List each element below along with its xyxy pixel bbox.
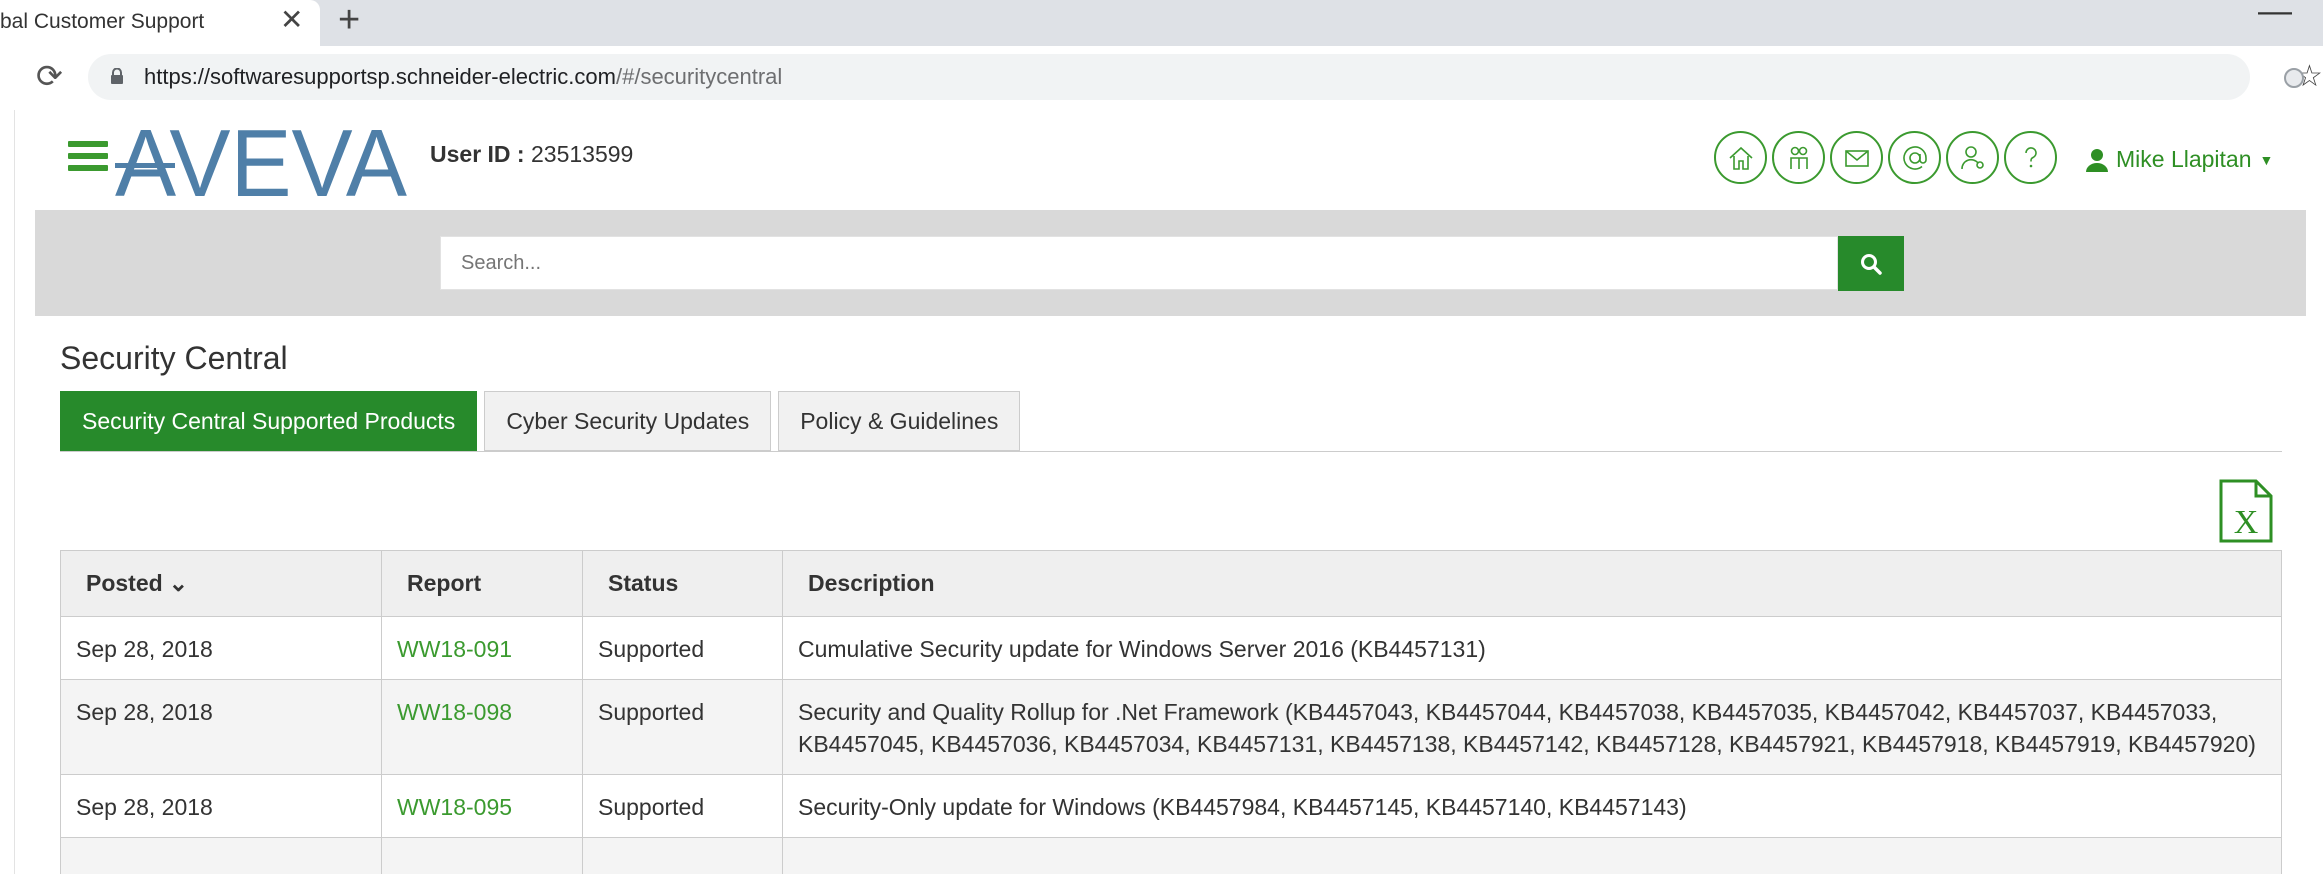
column-header-description[interactable]: Description [782, 550, 2282, 617]
table-row [60, 837, 2282, 874]
chevron-down-icon: ▼ [2259, 151, 2274, 168]
help-icon[interactable] [2004, 131, 2057, 184]
svg-text:AVEVA: AVEVA [115, 118, 407, 204]
cell-description: Cumulative Security update for Windows S… [782, 616, 2282, 680]
minimize-icon[interactable]: — [2258, 0, 2292, 31]
report-link[interactable]: WW18-091 [397, 636, 512, 662]
mail-icon[interactable] [1830, 131, 1883, 184]
new-tab-icon[interactable]: + [338, 0, 360, 40]
cell-report: WW18-091 [381, 616, 583, 680]
cell-status: Supported [582, 616, 783, 680]
cell-report: WW18-098 [381, 679, 583, 775]
table-header-row: Posted ⌄ Report Status Description [60, 550, 2282, 617]
table-row: Sep 28, 2018 WW18-091 Supported Cumulati… [60, 616, 2282, 680]
svg-text:X: X [2234, 504, 2259, 541]
search-button[interactable] [1838, 236, 1904, 291]
reload-icon[interactable]: ⟳ [36, 59, 63, 93]
cell-posted: Sep 28, 2018 [60, 679, 382, 775]
report-link[interactable]: WW18-095 [397, 794, 512, 820]
home-icon[interactable] [1714, 131, 1767, 184]
tab-policy-guidelines[interactable]: Policy & Guidelines [778, 391, 1021, 451]
extension-icon[interactable] [2284, 68, 2304, 88]
cell-description: Security and Quality Rollup for .Net Fra… [782, 679, 2282, 775]
address-bar[interactable]: https://softwaresupportsp.schneider-elec… [88, 54, 2323, 100]
search-input[interactable] [440, 236, 1838, 290]
url-host: https://softwaresupportsp.schneider-elec… [144, 64, 616, 89]
lock-icon [111, 68, 123, 84]
tab-bar: Security Central Supported Products Cybe… [60, 391, 1021, 451]
cell-description: Security-Only update for Windows (KB4457… [782, 774, 2282, 838]
column-header-posted[interactable]: Posted ⌄ [60, 550, 382, 617]
column-header-report[interactable]: Report [381, 550, 583, 617]
column-header-status[interactable]: Status [582, 550, 783, 617]
cell-posted: Sep 28, 2018 [60, 616, 382, 680]
cell-report: WW18-095 [381, 774, 583, 838]
excel-export-icon[interactable]: X [2218, 478, 2274, 544]
tab-supported-products[interactable]: Security Central Supported Products [60, 391, 478, 451]
user-admin-icon[interactable] [1946, 131, 1999, 184]
cell-posted: Sep 28, 2018 [60, 774, 382, 838]
cell-status: Supported [582, 774, 783, 838]
user-id-value: 23513599 [530, 141, 634, 167]
tab-close-icon[interactable]: ✕ [280, 5, 303, 35]
table-row: Sep 28, 2018 WW18-095 Supported Security… [60, 774, 2282, 838]
security-table: Posted ⌄ Report Status Description Sep 28… [60, 550, 2282, 874]
community-icon[interactable] [1772, 131, 1825, 184]
user-id-label: User ID : [430, 141, 525, 167]
aveva-logo: AVEVA [115, 118, 407, 204]
url-text: https://softwaresupportsp.schneider-elec… [144, 64, 782, 90]
header-icon-bar [1714, 131, 2057, 184]
user-name: Mike Llapitan [2116, 146, 2252, 172]
search-icon [1861, 253, 1882, 275]
cell-status: Supported [582, 679, 783, 775]
menu-hamburger-icon[interactable] [68, 141, 108, 177]
table-row: Sep 28, 2018 WW18-098 Supported Security… [60, 679, 2282, 775]
browser-tabstrip: bal Customer Support ✕ + — [0, 0, 2323, 46]
browser-tab-title: bal Customer Support [0, 10, 205, 33]
browser-toolbar: ⟳ https://softwaresupportsp.schneider-el… [0, 46, 2323, 110]
url-path: /#/securitycentral [615, 64, 783, 89]
report-link[interactable]: WW18-098 [397, 699, 512, 725]
user-icon [2086, 148, 2108, 172]
user-menu[interactable]: Mike Llapitan ▼ [2086, 146, 2273, 173]
browser-tab[interactable]: bal Customer Support ✕ [0, 0, 320, 46]
page-title: Security Central [60, 340, 288, 376]
user-id: User ID : 23513599 [430, 141, 633, 168]
at-icon[interactable] [1888, 131, 1941, 184]
tab-cyber-security-updates[interactable]: Cyber Security Updates [484, 391, 772, 451]
chevron-down-icon: ⌄ [168, 570, 188, 596]
